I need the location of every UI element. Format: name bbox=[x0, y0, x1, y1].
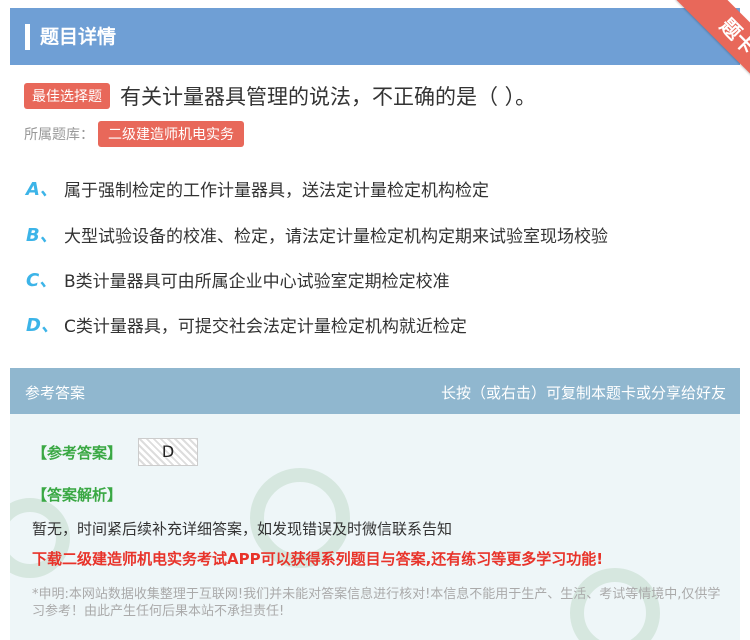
answer-header-title: 参考答案 bbox=[25, 384, 86, 402]
option-b[interactable]: B、 大型试验设备的校准、检定，请法定计量检定机构定期来试验室现场校验 bbox=[26, 221, 608, 247]
answer-header: 参考答案 长按（或右击）可复制本题卡或分享给好友 bbox=[10, 368, 740, 414]
question-text: 有关计量器具管理的说法，不正确的是（ ）。 bbox=[120, 85, 537, 109]
page-title: 题目详情 bbox=[40, 26, 117, 48]
share-hint: 长按（或右击）可复制本题卡或分享给好友 bbox=[440, 384, 726, 402]
option-text: 大型试验设备的校准、检定，请法定计量检定机构定期来试验室现场校验 bbox=[64, 226, 608, 247]
option-letter: A、 bbox=[26, 179, 58, 200]
option-d[interactable]: D、 C类计量器具，可提交社会法定计量检定机构就近检定 bbox=[26, 311, 467, 337]
answer-label: 【参考答案】 bbox=[32, 444, 123, 462]
disclaimer-text: *申明:本网站数据收集整理于互联网!我们并未能对答案信息进行核对!本信息不能用于… bbox=[32, 587, 721, 619]
analysis-label: 【答案解析】 bbox=[32, 486, 123, 504]
header-bar: 题目详情 bbox=[10, 8, 740, 65]
option-text: C类计量器具，可提交社会法定计量检定机构就近检定 bbox=[64, 316, 467, 337]
option-a[interactable]: A、 属于强制检定的工作计量器具，送法定计量检定机构检定 bbox=[26, 175, 489, 201]
option-text: 属于强制检定的工作计量器具，送法定计量检定机构检定 bbox=[64, 180, 489, 201]
question-bank: 所属题库： 二级建造师机电实务 bbox=[24, 121, 244, 147]
option-text: B类计量器具可由所属企业中心试验室定期检定校准 bbox=[64, 271, 450, 292]
question-line: 最佳选择题 有关计量器具管理的说法，不正确的是（ ）。 bbox=[24, 81, 536, 111]
bank-tag[interactable]: 二级建造师机电实务 bbox=[98, 121, 244, 147]
option-letter: B、 bbox=[26, 225, 58, 246]
option-letter: D、 bbox=[26, 315, 59, 336]
answer-value: D bbox=[138, 438, 198, 466]
header-accent-bar bbox=[25, 24, 30, 50]
option-letter: C、 bbox=[26, 270, 58, 291]
analysis-text: 暂无，时间紧后续补充详细答案，如发现错误及时微信联系告知 bbox=[32, 520, 453, 538]
app-promo-link[interactable]: 下载二级建造师机电实务考试APP可以获得系列题目与答案,还有练习等更多学习功能! bbox=[32, 548, 603, 569]
question-type-badge: 最佳选择题 bbox=[24, 83, 110, 109]
answer-panel[interactable]: 参考答案 长按（或右击）可复制本题卡或分享给好友 【参考答案】 D 【答案解析】… bbox=[10, 368, 740, 640]
bank-label: 所属题库： bbox=[24, 127, 94, 143]
option-c[interactable]: C、 B类计量器具可由所属企业中心试验室定期检定校准 bbox=[26, 266, 450, 292]
question-card: 最佳选择题 有关计量器具管理的说法，不正确的是（ ）。 所属题库： 二级建造师机… bbox=[10, 65, 740, 355]
